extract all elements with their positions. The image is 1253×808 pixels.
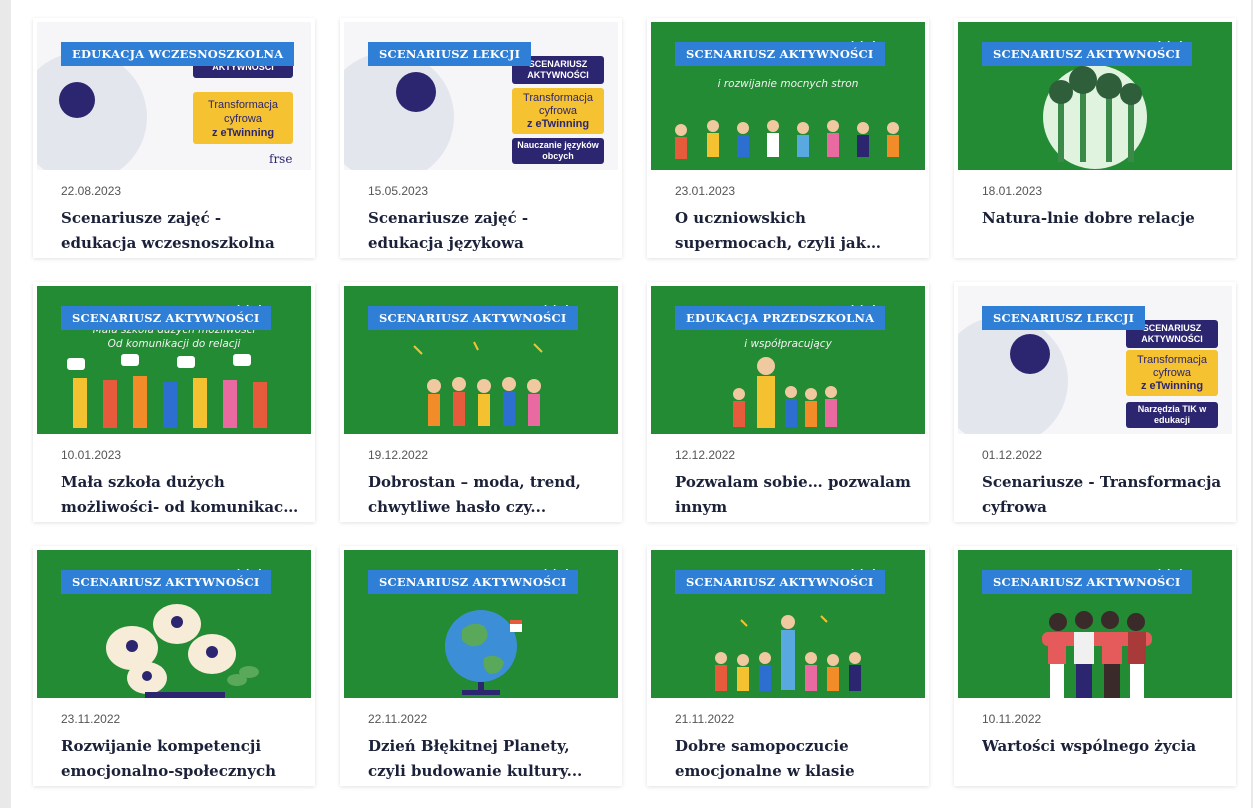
category-badge[interactable]: SCENARIUSZ AKTYWNOŚCI: [675, 570, 885, 594]
article-thumbnail[interactable]: SCENARIUSZ AKTYWNOŚCI Transformacja cyfr…: [344, 22, 618, 170]
article-date: 19.12.2022: [368, 448, 429, 462]
article-card[interactable]: jekcie SCENARIUSZ AKTYWNOŚCI 19.12.2022 …: [340, 282, 622, 522]
article-title[interactable]: Scenariusze - Transformacja cyfrowa: [982, 470, 1222, 520]
article-title[interactable]: Mała szkoła dużych możliwości- od komuni…: [61, 470, 301, 520]
article-thumbnail[interactable]: jekcie SCENARIUSZ AKTYWNOŚCI: [344, 286, 618, 434]
article-date: 23.11.2022: [61, 712, 121, 726]
category-badge[interactable]: SCENARIUSZ AKTYWNOŚCI: [61, 306, 271, 330]
article-date: 10.01.2023: [61, 448, 122, 462]
article-card[interactable]: jekcie SCENARIUSZ AKTYWNOŚCI 10.11.2022 …: [954, 546, 1236, 786]
thumb-tag-nauczanie: Nauczanie języków obcych: [512, 138, 604, 164]
article-thumbnail[interactable]: jekcie i współpracujący EDUKACJA PRZEDSZ…: [651, 286, 925, 434]
category-badge[interactable]: SCENARIUSZ LEKCJI: [982, 306, 1146, 330]
article-thumbnail[interactable]: jekcie SCENARIUSZ AKTYWNOŚCI: [958, 550, 1232, 698]
article-card[interactable]: SCENARIUSZ AKTYWNOŚCI Transformacja cyfr…: [954, 282, 1236, 522]
article-title[interactable]: Scenariusze zajęć - edukacja wczesnoszko…: [61, 206, 301, 256]
article-date: 22.11.2022: [368, 712, 428, 726]
article-title[interactable]: Scenariusze zajęć - edukacja językowa: [368, 206, 608, 256]
category-badge[interactable]: SCENARIUSZ AKTYWNOŚCI: [368, 570, 578, 594]
category-badge[interactable]: SCENARIUSZ AKTYWNOŚCI: [982, 570, 1192, 594]
group-icon: [59, 82, 95, 118]
thumb-tag-narzedzia: Narzędzia TIK w edukacji: [1126, 402, 1218, 428]
article-date: 10.11.2022: [982, 712, 1042, 726]
thumb-tag-transformacja: Transformacja cyfrowa z eTwinning: [512, 88, 604, 134]
category-badge[interactable]: EDUKACJA PRZEDSZKOLNA: [675, 306, 886, 330]
articles-page: AKTYWNOŚCI Transformacja cyfrowa z eTwinn…: [11, 0, 1251, 808]
article-card[interactable]: jekcie SCENARIUSZ AKTYWNOŚCI 18.01.2023 …: [954, 18, 1236, 258]
article-card[interactable]: jekcie SCENARIUSZ AKTYWNOŚCI 22.11.2022 …: [340, 546, 622, 786]
frse-logo: frse: [269, 152, 293, 166]
article-thumbnail[interactable]: jekcie SCENARIUSZ AKTYWNOŚCI: [651, 550, 925, 698]
group-icon: [1010, 334, 1050, 374]
article-title[interactable]: Natura-lnie dobre relacje: [982, 206, 1222, 231]
article-thumbnail[interactable]: SCENARIUSZ AKTYWNOŚCI Transformacja cyfr…: [958, 286, 1232, 434]
article-thumbnail[interactable]: AKTYWNOŚCI Transformacja cyfrowa z eTwinn…: [37, 22, 311, 170]
article-thumbnail[interactable]: jekcie Mała szkoła dużych możliwości Od …: [37, 286, 311, 434]
article-thumbnail[interactable]: jekcie SCENARIUSZ AKTYWNOŚCI: [344, 550, 618, 698]
category-badge[interactable]: SCENARIUSZ LEKCJI: [368, 42, 532, 66]
article-title[interactable]: Dzień Błękitnej Planety, czyli budowanie…: [368, 734, 608, 784]
article-card[interactable]: jekcie i rozwijanie mocnych stron SCENAR…: [647, 18, 929, 258]
article-thumbnail[interactable]: jekcie SCENARIUSZ AKTYWNOŚCI: [958, 22, 1232, 170]
thumb-tag-transformacja: Transformacja cyfrowa z eTwinning: [1126, 350, 1218, 396]
category-badge[interactable]: SCENARIUSZ AKTYWNOŚCI: [675, 42, 885, 66]
article-card[interactable]: SCENARIUSZ AKTYWNOŚCI Transformacja cyfr…: [340, 18, 622, 258]
article-date: 21.11.2022: [675, 712, 735, 726]
decorative-circle: [37, 52, 147, 170]
article-title[interactable]: Dobre samopoczucie emocjonalne w klasie: [675, 734, 915, 784]
article-date: 23.01.2023: [675, 184, 736, 198]
article-date: 12.12.2022: [675, 448, 736, 462]
article-date: 18.01.2023: [982, 184, 1043, 198]
decorative-circle: [958, 316, 1068, 434]
category-badge[interactable]: SCENARIUSZ AKTYWNOŚCI: [368, 306, 578, 330]
article-thumbnail[interactable]: jekcie i rozwijanie mocnych stron SCENAR…: [651, 22, 925, 170]
article-date: 01.12.2022: [982, 448, 1043, 462]
decorative-circle: [344, 52, 454, 170]
article-date: 22.08.2023: [61, 184, 122, 198]
article-title[interactable]: Wartości wspólnego życia: [982, 734, 1222, 759]
article-date: 15.05.2023: [368, 184, 429, 198]
article-card[interactable]: jekcie i współpracujący EDUKACJA PRZEDSZ…: [647, 282, 929, 522]
category-badge[interactable]: SCENARIUSZ AKTYWNOŚCI: [61, 570, 271, 594]
article-thumbnail[interactable]: jekcie SCENARIUSZ AKTYWNOŚCI: [37, 550, 311, 698]
category-badge[interactable]: EDUKACJA WCZESNOSZKOLNA: [61, 42, 295, 66]
article-card[interactable]: jekcie Mała szkoła dużych możliwości Od …: [33, 282, 315, 522]
article-title[interactable]: O uczniowskich supermocach, czyli jak ro…: [675, 206, 915, 256]
group-icon: [396, 72, 436, 112]
article-card[interactable]: jekcie SCENARIUSZ AKTYWNOŚCI 21.11.2022 …: [647, 546, 929, 786]
article-card[interactable]: AKTYWNOŚCI Transformacja cyfrowa z eTwinn…: [33, 18, 315, 258]
article-title[interactable]: Rozwijanie kompetencji emocjonalno-społe…: [61, 734, 301, 784]
category-badge[interactable]: SCENARIUSZ AKTYWNOŚCI: [982, 42, 1192, 66]
thumb-tag-transformacja: Transformacja cyfrowa z eTwinning: [193, 92, 293, 144]
article-title[interactable]: Pozwalam sobie… pozwalam innym: [675, 470, 915, 520]
article-title[interactable]: Dobrostan – moda, trend, chwytliwe hasło…: [368, 470, 608, 520]
article-card[interactable]: jekcie SCENARIUSZ AKTYWNOŚCI 23.11.2022 …: [33, 546, 315, 786]
